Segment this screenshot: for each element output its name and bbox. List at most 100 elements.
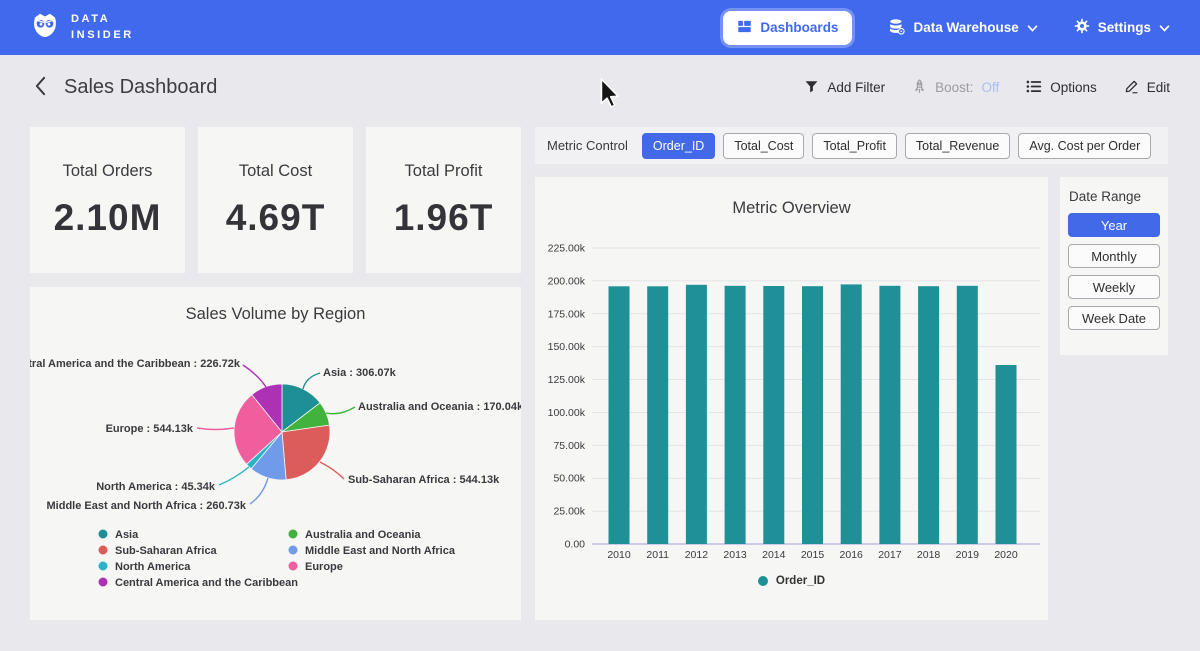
x-tick-label: 2019 — [956, 549, 980, 561]
pie-label-line-sub-saharan-africa — [320, 462, 344, 479]
pie-label-europe: Europe : 544.13k — [106, 423, 194, 435]
bar-2018[interactable] — [918, 286, 939, 544]
legend-label: Middle East and North Africa — [305, 545, 456, 557]
bar-2013[interactable] — [725, 286, 746, 544]
legend-dot — [289, 562, 298, 571]
y-tick-label: 225.00k — [548, 243, 586, 255]
pie-legend-item-australia-and-oceania[interactable]: Australia and Oceania — [289, 529, 422, 541]
edit-label: Edit — [1147, 80, 1170, 95]
x-tick-label: 2014 — [762, 549, 786, 561]
dashboards-label: Dashboards — [760, 20, 838, 35]
legend-label: Sub-Saharan Africa — [115, 545, 218, 557]
metric-button-order-id[interactable]: Order_ID — [642, 133, 715, 159]
y-tick-label: 25.00k — [553, 506, 585, 518]
pie-legend-item-middle-east-and-north-africa[interactable]: Middle East and North Africa — [289, 545, 456, 557]
bar-2010[interactable] — [609, 286, 630, 544]
kpi-card-total-profit: Total Profit1.96T — [366, 127, 521, 273]
data-warehouse-label: Data Warehouse — [913, 20, 1018, 35]
legend-label: Europe — [305, 561, 343, 573]
pie-label-line-north-america — [219, 467, 249, 485]
metric-control-strip: Metric Control Order_ID Total_Cost Total_P… — [535, 127, 1168, 164]
x-tick-label: 2010 — [607, 549, 631, 561]
pie-label-line-asia — [303, 373, 320, 389]
dashboards-button[interactable]: Dashboards — [723, 11, 852, 45]
legend-dot — [99, 530, 108, 539]
kpi-label: Total Orders — [63, 162, 153, 181]
bar-2016[interactable] — [841, 284, 862, 544]
x-tick-label: 2016 — [840, 549, 864, 561]
kpi-row: Total Orders 2.10M Total Cost4.69TTotal Pr… — [30, 127, 521, 273]
pie-legend-item-europe[interactable]: Europe — [289, 561, 343, 573]
settings-label: Settings — [1098, 20, 1151, 35]
pie-slice-sub-saharan-africa[interactable] — [282, 425, 330, 480]
date-range-button-year[interactable]: Year — [1068, 213, 1160, 237]
legend-dot — [289, 546, 298, 555]
pie-label-central-america-and-the-caribbean: Central America and the Caribbean : 226.… — [30, 358, 241, 370]
rocket-icon — [912, 78, 927, 98]
boost-toggle[interactable]: Boost: Off — [912, 78, 999, 98]
bar-2017[interactable] — [879, 286, 900, 544]
page-header: Sales Dashboard Add Filter Boost: Off — [0, 55, 1200, 120]
metric-button-avg-cost-per-order[interactable]: Avg. Cost per Order — [1018, 133, 1151, 159]
y-tick-label: 100.00k — [548, 407, 586, 419]
pie-label-middle-east-and-north-africa: Middle East and North Africa : 260.73k — [47, 500, 247, 512]
pie-label-asia: Asia : 306.07k — [323, 367, 397, 379]
metric-button-total-revenue[interactable]: Total_Revenue — [905, 133, 1010, 159]
bar-2011[interactable] — [647, 286, 668, 544]
kpi-card-total-cost: Total Cost4.69T — [198, 127, 353, 273]
date-buttons: Year Monthly Weekly Week Date — [1060, 213, 1168, 330]
legend-label: Australia and Oceania — [305, 529, 421, 541]
bar-legend-label: Order_ID — [776, 575, 825, 587]
brand-line-2: INSIDER — [71, 28, 134, 43]
pie-legend-item-sub-saharan-africa[interactable]: Sub-Saharan Africa — [99, 545, 218, 557]
gear-icon — [1074, 18, 1090, 37]
legend-dot — [99, 578, 108, 587]
kpi-card-total-orders: Total Orders 2.10M — [30, 127, 185, 273]
bar-2015[interactable] — [802, 286, 823, 544]
data-warehouse-menu[interactable]: Data Warehouse — [888, 18, 1037, 38]
page-title: Sales Dashboard — [64, 76, 217, 99]
legend-label: Asia — [115, 529, 139, 541]
y-tick-label: 175.00k — [548, 308, 586, 320]
legend-dot — [289, 530, 298, 539]
metric-buttons: Order_ID Total_Cost Total_Profit Total_Reve… — [642, 133, 1151, 159]
pie-legend-item-asia[interactable]: Asia — [99, 529, 140, 541]
settings-menu[interactable]: Settings — [1074, 18, 1170, 37]
kpi-value: 1.96T — [394, 197, 494, 239]
add-filter-button[interactable]: Add Filter — [804, 79, 885, 97]
back-button[interactable] — [30, 72, 51, 103]
pie-label-line-australia-and-oceania — [326, 407, 355, 414]
metric-button-total-profit[interactable]: Total_Profit — [812, 133, 897, 159]
pie-legend-item-central-america-and-the-caribbean[interactable]: Central America and the Caribbean — [99, 577, 299, 589]
y-tick-label: 50.00k — [553, 473, 585, 485]
y-tick-label: 150.00k — [548, 341, 586, 353]
bar-legend[interactable]: Order_ID — [535, 575, 1048, 587]
options-button[interactable]: Options — [1026, 80, 1097, 96]
metric-button-total-cost[interactable]: Total_Cost — [723, 133, 804, 159]
x-tick-label: 2015 — [801, 549, 825, 561]
brand-text: DATA INSIDER — [71, 12, 134, 43]
bar-2020[interactable] — [996, 365, 1017, 544]
x-tick-label: 2013 — [723, 549, 747, 561]
date-range-button-monthly[interactable]: Monthly — [1068, 244, 1160, 268]
legend-dot — [99, 562, 108, 571]
nav-menu: Dashboards Data Warehouse — [723, 11, 1170, 45]
x-tick-label: 2018 — [917, 549, 941, 561]
bar-2019[interactable] — [957, 286, 978, 544]
edit-button[interactable]: Edit — [1124, 79, 1170, 97]
date-range-label: Date Range — [1060, 177, 1168, 213]
date-range-button-week-date[interactable]: Week Date — [1068, 306, 1160, 330]
pie-legend-item-north-america[interactable]: North America — [99, 561, 192, 573]
chevron-down-icon — [1027, 20, 1038, 35]
top-nav: DATA INSIDER Dashboards Da — [0, 0, 1200, 55]
metric-control-label: Metric Control — [547, 138, 628, 153]
legend-dot — [758, 576, 768, 586]
bar-2012[interactable] — [686, 285, 707, 544]
y-tick-label: 75.00k — [553, 440, 585, 452]
kpi-value: 2.10M — [54, 197, 162, 239]
bar-2014[interactable] — [763, 286, 784, 544]
pie-label-line-middle-east-and-north-africa — [250, 478, 268, 504]
pie-panel: Sales Volume by Region Asia : 306.07kAus… — [30, 287, 521, 620]
header-actions: Add Filter Boost: Off Options — [804, 78, 1170, 98]
date-range-button-weekly[interactable]: Weekly — [1068, 275, 1160, 299]
